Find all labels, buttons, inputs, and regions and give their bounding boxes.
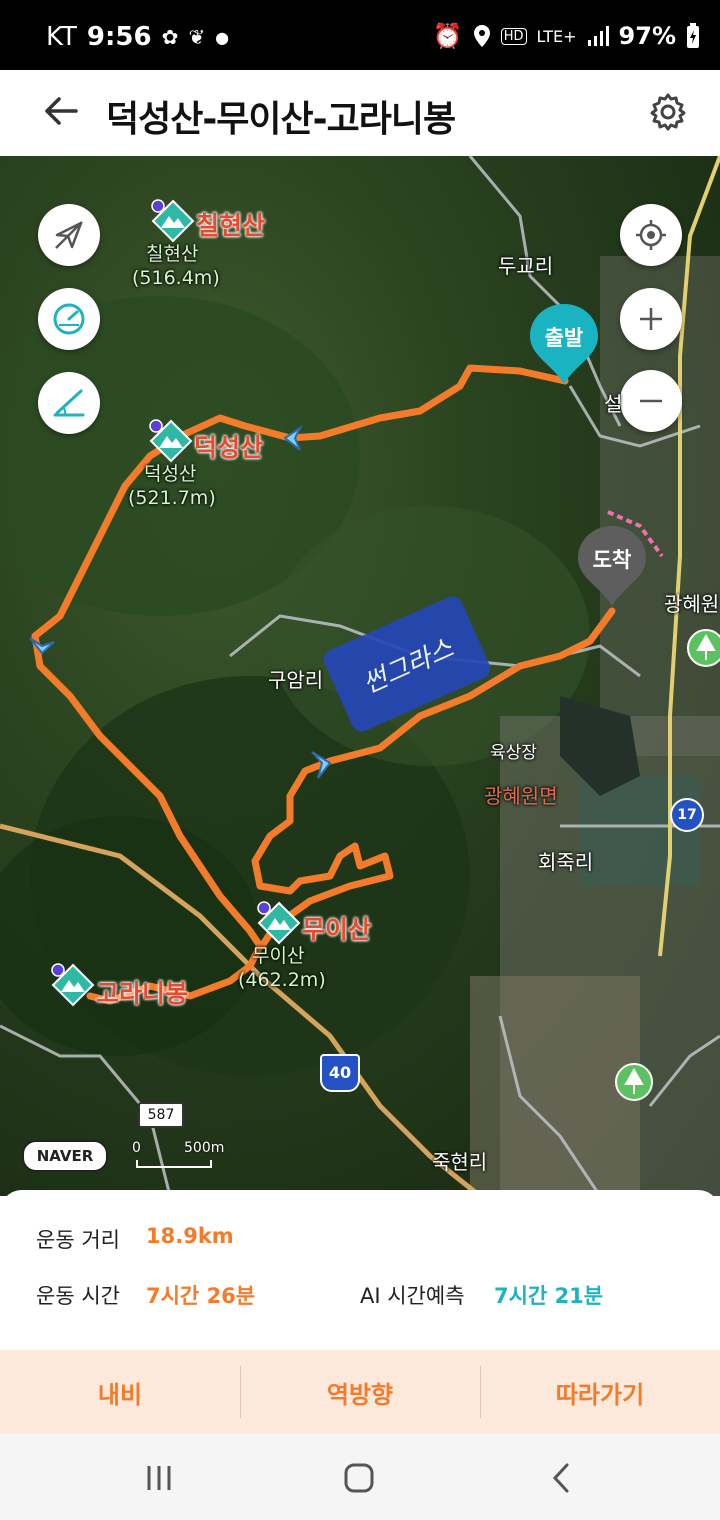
- poi-marker[interactable]: [686, 628, 720, 672]
- peak-marker-mui[interactable]: [256, 900, 302, 950]
- place-label: 죽현리: [432, 1150, 488, 1174]
- peak-title: 칠현산: [196, 211, 266, 240]
- gear-icon: [650, 93, 686, 131]
- start-marker[interactable]: 출발: [528, 302, 600, 386]
- time-value: 7시간 26분: [146, 1284, 256, 1308]
- place-label: 육상장: [490, 743, 537, 763]
- dot-icon: ●: [215, 27, 230, 47]
- distance-value: 18.9km: [146, 1224, 234, 1248]
- system-nav-bar: [0, 1434, 720, 1520]
- naver-logo: NAVER: [22, 1140, 108, 1172]
- end-marker[interactable]: 도착: [576, 524, 648, 608]
- peak-elevation: (462.2m): [238, 969, 326, 991]
- locate-icon: [636, 220, 666, 250]
- place-label: 회죽리: [538, 850, 594, 874]
- locate-button[interactable]: [620, 204, 682, 266]
- scale-zero: 0: [132, 1140, 141, 1156]
- highway-shield: 40: [320, 1054, 360, 1092]
- peak-name: 덕성산: [144, 463, 197, 485]
- tree-icon: [687, 629, 720, 667]
- page-title: 덕성산-무이산-고라니봉: [106, 99, 456, 140]
- place-label: 두교리: [498, 254, 554, 278]
- recent-apps-icon: [147, 1466, 171, 1490]
- zoom-out-button[interactable]: [620, 370, 682, 432]
- route-shield: 17: [670, 798, 704, 832]
- stats-panel: 운동 거리 18.9km 운동 시간 7시간 26분 AI 시간예측 7시간 2…: [0, 1190, 720, 1350]
- route-shield: 587: [138, 1102, 184, 1128]
- carrier: KT: [46, 22, 77, 52]
- annotation-text: 썬그라스: [358, 633, 458, 700]
- network-type: LTE+: [536, 26, 577, 46]
- leaf-icon: ❦: [188, 25, 206, 49]
- peak-name: 무이산: [252, 945, 305, 967]
- reverse-button[interactable]: 역방향: [240, 1350, 480, 1434]
- peak-name: 칠현산: [146, 243, 199, 265]
- mountain-icon: [257, 901, 301, 945]
- action-bar: 내비 역방향 따라가기: [0, 1350, 720, 1434]
- place-label: 설: [604, 392, 623, 416]
- app-header: 덕성산-무이산-고라니봉: [0, 70, 720, 156]
- peak-title: 덕성산: [194, 433, 264, 462]
- peak-marker-gorani[interactable]: [50, 962, 96, 1012]
- hd-icon: HD: [500, 27, 527, 45]
- place-label: 광혜원: [664, 592, 720, 616]
- slope-icon: [53, 389, 85, 417]
- mountain-icon: [149, 419, 193, 463]
- scale-label: 500m: [184, 1140, 225, 1156]
- mountain-icon: [51, 963, 95, 1007]
- follow-button[interactable]: 따라가기: [480, 1350, 720, 1434]
- end-label: 도착: [592, 548, 632, 572]
- time-label: 운동 시간: [36, 1284, 120, 1308]
- speed-button[interactable]: [38, 288, 100, 350]
- battery-percent: 97%: [618, 22, 676, 50]
- distance-label: 운동 거리: [36, 1228, 120, 1252]
- walking-icon: ✿: [161, 25, 179, 49]
- arrow-left-icon: [45, 97, 78, 125]
- signal-icon: [587, 26, 609, 46]
- recent-apps-button[interactable]: [134, 1458, 184, 1498]
- zoom-out-icon: [640, 399, 662, 403]
- place-label: 광혜원면: [484, 784, 558, 808]
- peak-marker-chilhyeon[interactable]: [150, 198, 196, 248]
- mountain-icon: [151, 199, 195, 243]
- start-label: 출발: [544, 326, 584, 350]
- scale-bar: 0 500m: [132, 1140, 232, 1170]
- location-icon: [473, 25, 490, 47]
- peak-elevation: (521.7m): [128, 487, 216, 509]
- map-view[interactable]: 칠현산 칠현산 (516.4m) 덕성산 덕성산 (521.7m) 무이산 무이…: [0, 156, 720, 1196]
- peak-title: 무이산: [302, 915, 372, 944]
- peak-marker-deokseong[interactable]: [148, 418, 194, 468]
- ai-time-label: AI 시간예측: [360, 1284, 465, 1308]
- place-label: 구암리: [268, 668, 324, 692]
- status-bar: KT 9:56 ✿ ❦ ● ⏰ HD LTE+ 97%: [0, 0, 720, 70]
- back-nav-icon: [552, 1463, 569, 1493]
- slope-button[interactable]: [38, 372, 100, 434]
- back-nav-button[interactable]: [536, 1458, 586, 1498]
- peak-elevation: (516.4m): [132, 267, 220, 289]
- tracking-toggle-button[interactable]: [38, 204, 100, 266]
- zoom-in-button[interactable]: [620, 288, 682, 350]
- speedometer-icon: [53, 303, 85, 335]
- tracking-off-icon: [55, 221, 83, 249]
- zoom-in-icon: [640, 308, 662, 330]
- home-icon: [344, 1463, 374, 1493]
- settings-button[interactable]: [646, 90, 690, 134]
- battery-icon: [687, 23, 699, 48]
- alarm-icon: ⏰: [432, 22, 463, 50]
- navi-button[interactable]: 내비: [0, 1350, 240, 1434]
- home-button[interactable]: [334, 1458, 384, 1498]
- clock: 9:56: [86, 22, 152, 52]
- poi-marker[interactable]: [614, 1062, 654, 1106]
- tree-icon: [615, 1063, 653, 1101]
- back-button[interactable]: [38, 88, 84, 134]
- peak-title: 고라니봉: [96, 979, 189, 1008]
- ai-time-value: 7시간 21분: [494, 1284, 604, 1308]
